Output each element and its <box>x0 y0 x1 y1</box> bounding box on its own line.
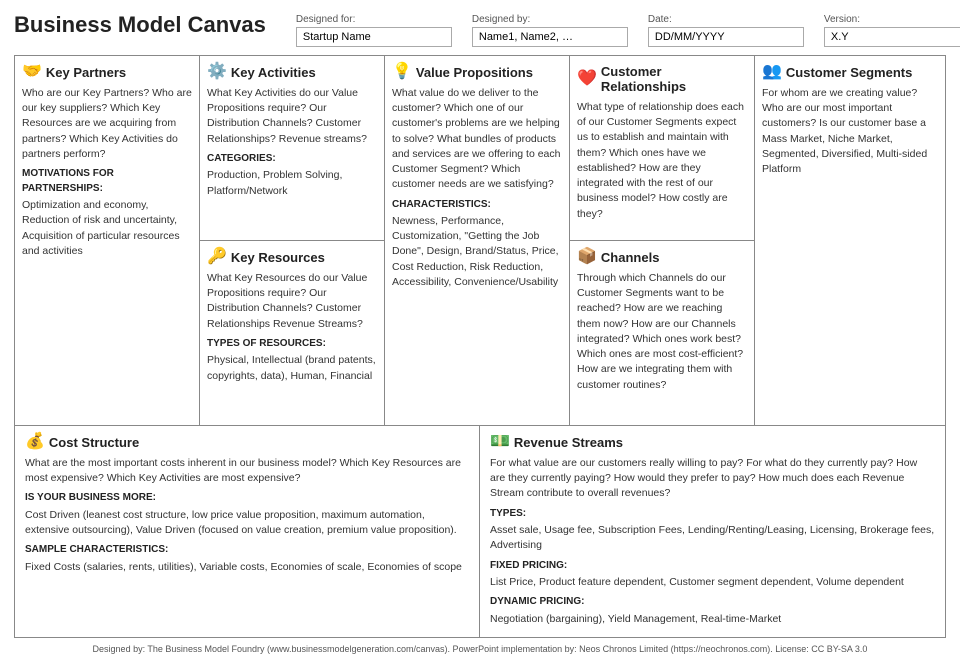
value-propositions-text2: Newness, Performance, Customization, "Ge… <box>392 214 562 290</box>
designed-by-label: Designed by: <box>472 14 628 25</box>
key-activities-icon: ⚙️ <box>207 64 227 80</box>
designed-for-input[interactable] <box>296 27 452 47</box>
activities-resources-column: ⚙️ Key Activities What Key Activities do… <box>200 56 385 425</box>
key-resources-cat1: TYPES OF RESOURCES: <box>207 337 377 352</box>
key-partners-title: Key Partners <box>46 65 126 80</box>
revenue-streams-icon: 💵 <box>490 434 510 450</box>
cost-structure-text2: Cost Driven (leanest cost structure, low… <box>25 508 469 538</box>
channels-icon: 📦 <box>577 249 597 265</box>
key-activities-text2: Production, Problem Solving, Platform/Ne… <box>207 168 377 198</box>
cost-structure-cell: 💰 Cost Structure What are the most impor… <box>15 426 480 637</box>
key-partners-text2: Optimization and economy, Reduction of r… <box>22 198 192 259</box>
cost-structure-cat1: IS YOUR BUSINESS MORE: <box>25 491 469 506</box>
key-resources-title: Key Resources <box>231 250 325 265</box>
revenue-streams-text3: List Price, Product feature dependent, C… <box>490 575 935 590</box>
designed-for-label: Designed for: <box>296 14 452 25</box>
footer: Designed by: The Business Model Foundry … <box>14 644 946 654</box>
key-activities-cat1: CATEGORIES: <box>207 152 377 167</box>
key-resources-icon: 🔑 <box>207 249 227 265</box>
revenue-streams-cell: 💵 Revenue Streams For what value are our… <box>480 426 945 637</box>
cost-structure-icon: 💰 <box>25 434 45 450</box>
customer-segments-cell: 👥 Customer Segments For whom are we crea… <box>755 56 940 425</box>
designed-by-input[interactable] <box>472 27 628 47</box>
key-activities-text1: What Key Activities do our Value Proposi… <box>207 86 377 147</box>
cost-structure-text3: Fixed Costs (salaries, rents, utilities)… <box>25 560 469 575</box>
customer-relationships-icon: ❤️ <box>577 71 597 87</box>
revenue-streams-text2: Asset sale, Usage fee, Subscription Fees… <box>490 523 935 553</box>
revenue-streams-cat2: FIXED PRICING: <box>490 559 935 574</box>
key-partners-text1: Who are our Key Partners? Who are our ke… <box>22 86 192 162</box>
revenue-streams-text4: Negotiation (bargaining), Yield Manageme… <box>490 612 935 627</box>
key-partners-cell: 🤝 Key Partners Who are our Key Partners?… <box>15 56 200 425</box>
customer-relationships-text1: What type of relationship does each of o… <box>577 100 747 222</box>
revenue-streams-title: Revenue Streams <box>514 435 623 450</box>
customer-relationships-cell: ❤️ Customer Relationships What type of r… <box>570 56 754 241</box>
footer-text: Designed by: The Business Model Foundry … <box>93 644 868 654</box>
version-input[interactable] <box>824 27 960 47</box>
key-activities-cell: ⚙️ Key Activities What Key Activities do… <box>200 56 384 241</box>
cost-structure-title: Cost Structure <box>49 435 139 450</box>
value-propositions-cell: 💡 Value Propositions What value do we de… <box>385 56 570 425</box>
page-title: Business Model Canvas <box>14 12 266 38</box>
key-resources-text1: What Key Resources do our Value Proposit… <box>207 271 377 332</box>
revenue-streams-text1: For what value are our customers really … <box>490 456 935 502</box>
customer-segments-icon: 👥 <box>762 64 782 80</box>
channels-title: Channels <box>601 250 660 265</box>
key-resources-cell: 🔑 Key Resources What Key Resources do ou… <box>200 241 384 425</box>
revenue-streams-cat1: TYPES: <box>490 507 935 522</box>
cr-channels-column: ❤️ Customer Relationships What type of r… <box>570 56 755 425</box>
revenue-streams-cat3: DYNAMIC PRICING: <box>490 595 935 610</box>
channels-cell: 📦 Channels Through which Channels do our… <box>570 241 754 425</box>
key-partners-cat1: MOTIVATIONS FOR PARTNERSHIPS: <box>22 167 192 196</box>
value-propositions-title: Value Propositions <box>416 65 533 80</box>
value-propositions-cat1: CHARACTERISTICS: <box>392 198 562 213</box>
key-activities-title: Key Activities <box>231 65 316 80</box>
key-resources-text2: Physical, Intellectual (brand patents, c… <box>207 353 377 383</box>
version-label: Version: <box>824 14 960 25</box>
date-label: Date: <box>648 14 804 25</box>
customer-relationships-title: Customer Relationships <box>601 64 747 94</box>
customer-segments-text1: For whom are we creating value? Who are … <box>762 86 933 177</box>
cost-structure-text1: What are the most important costs inhere… <box>25 456 469 486</box>
customer-segments-title: Customer Segments <box>786 65 912 80</box>
date-input[interactable] <box>648 27 804 47</box>
channels-text1: Through which Channels do our Customer S… <box>577 271 747 393</box>
value-propositions-text1: What value do we deliver to the customer… <box>392 86 562 193</box>
cost-structure-cat2: SAMPLE CHARACTERISTICS: <box>25 543 469 558</box>
value-propositions-icon: 💡 <box>392 64 412 80</box>
key-partners-icon: 🤝 <box>22 64 42 80</box>
